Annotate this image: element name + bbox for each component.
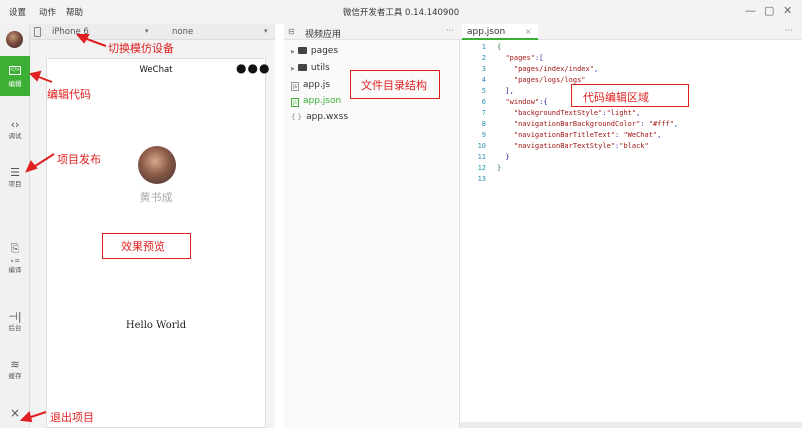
line-number: 5 — [481, 87, 486, 95]
phone-icon — [34, 27, 41, 37]
tree-file-appjs[interactable]: JS app.js — [291, 80, 330, 91]
annotation-file-structure: 文件目录结构 — [361, 79, 427, 92]
tree-item-label: utils — [310, 63, 330, 73]
toolbar-compile[interactable]: ⎘ ∘= 编译 — [0, 242, 30, 282]
code-line: "pages":[ — [505, 54, 544, 62]
phone-nav-title: WeChat — [139, 65, 173, 75]
cache-icon: ≋ — [10, 358, 20, 371]
exit-icon: × — [9, 406, 21, 420]
editor-more-icon[interactable]: ··· — [785, 26, 793, 35]
tree-file-appjson[interactable]: JS app.json — [291, 96, 341, 107]
minimize-icon[interactable]: — — [745, 4, 756, 17]
annotation-exit: 退出项目 — [50, 411, 94, 424]
compile-sub-icon: ∘= — [9, 257, 21, 265]
line-number: 4 — [481, 76, 486, 84]
annotation-preview: 效果预览 — [121, 240, 165, 253]
line-number: 12 — [477, 164, 486, 172]
toolbar-edit[interactable]: </> 编辑 — [0, 56, 30, 96]
toolbar-cache-label: 缓存 — [8, 372, 22, 380]
code-line: { — [497, 43, 502, 51]
tab-close-icon[interactable]: × — [525, 27, 532, 36]
profile-avatar — [138, 146, 176, 184]
editor-status-bar — [460, 422, 802, 428]
line-number: 9 — [481, 131, 486, 139]
code-line: ], — [497, 87, 514, 95]
user-avatar[interactable] — [6, 31, 23, 48]
toolbar-cache[interactable]: ≋ 缓存 — [0, 358, 30, 398]
chevron-down-icon[interactable]: ▾ — [264, 27, 268, 35]
code-line: "navigationBarTextStyle":"black" — [513, 142, 649, 150]
code-box-icon: </> — [9, 66, 21, 75]
expand-arrow-icon: ▶ — [291, 49, 295, 55]
code-line: "navigationBarTitleText": "WeChat", — [513, 131, 662, 139]
code-line: "pages/index/index", — [513, 65, 599, 73]
annotation-code-area: 代码编辑区域 — [583, 91, 649, 104]
tree-item-label: app.wxss — [306, 112, 349, 122]
background-icon: ⊣| — [8, 310, 22, 323]
code-line: "window":{ — [505, 98, 548, 106]
tree-item-label: app.json — [303, 96, 342, 106]
chevron-down-icon[interactable]: ▾ — [145, 27, 149, 35]
project-title: 视频应用 — [305, 30, 342, 40]
toolbar-debug-label: 调试 — [8, 132, 22, 140]
json-file-icon: JS — [291, 98, 299, 107]
device-select[interactable]: iPhone 6 — [52, 27, 89, 37]
css-file-icon: { } — [291, 113, 303, 121]
profile-name: 黄书成 — [139, 191, 173, 204]
tree-item-label: app.js — [303, 80, 330, 90]
filetree-more-icon[interactable]: ··· — [446, 26, 454, 35]
tree-folder-pages[interactable]: ▶ pages — [291, 46, 338, 56]
toolbar-exit[interactable]: × — [0, 406, 30, 426]
toolbar-edit-label: 编辑 — [8, 80, 22, 88]
code-line: "backgroundTextStyle":"light", — [513, 109, 641, 117]
toolbar-background[interactable]: ⊣| 后台 — [0, 310, 30, 350]
line-number: 6 — [481, 98, 486, 106]
line-number: 1 — [481, 43, 486, 51]
tree-folder-utils[interactable]: ▶ utils — [291, 63, 330, 73]
line-number: 11 — [477, 153, 486, 161]
restore-icon[interactable]: ▢ — [764, 4, 774, 17]
expand-arrow-icon: ▶ — [291, 66, 295, 72]
toolbar-project-label: 项目 — [8, 180, 22, 188]
folder-icon — [297, 47, 307, 54]
close-icon[interactable]: ✕ — [783, 4, 792, 17]
toolbar-project[interactable]: ☰ 项目 — [0, 166, 30, 206]
phone-menu-dots[interactable]: ●●● — [236, 61, 270, 75]
code-line: "pages/logs/logs" — [513, 76, 586, 84]
tree-item-label: pages — [310, 46, 339, 56]
hello-text: Hello World — [125, 320, 187, 331]
tree-file-appwxss[interactable]: { } app.wxss — [291, 112, 348, 122]
code-line: } — [497, 164, 502, 172]
toolbar-debug[interactable]: ‹› 调试 — [0, 118, 30, 158]
network-select[interactable]: none — [172, 27, 193, 37]
annotation-switch-device: 切换模仿设备 — [108, 42, 174, 55]
folder-icon — [297, 64, 307, 71]
line-number: 3 — [481, 65, 486, 73]
line-number: 7 — [481, 109, 486, 117]
window-title: 微信开发者工具 0.14.140900 — [342, 8, 460, 18]
code-line: "navigationBarBackgroundColor": "#fff", — [513, 120, 679, 128]
line-number: 13 — [477, 175, 486, 183]
tab-label: app.json — [467, 27, 506, 37]
debug-icon: ‹› — [10, 118, 20, 131]
filetree-toggle-icon[interactable]: ⊟ — [288, 27, 295, 36]
compile-icon: ⎘ — [10, 242, 20, 255]
code-line: } — [497, 153, 510, 161]
line-number: 10 — [477, 142, 486, 150]
line-number: 2 — [481, 54, 486, 62]
toolbar-compile-label: 编译 — [8, 266, 22, 274]
line-number: 8 — [481, 120, 486, 128]
annotation-edit-code: 编辑代码 — [47, 88, 91, 101]
js-file-icon: JS — [291, 82, 299, 91]
toolbar-background-label: 后台 — [8, 324, 22, 332]
annotation-publish: 项目发布 — [57, 153, 101, 166]
project-list-icon: ☰ — [10, 166, 20, 179]
